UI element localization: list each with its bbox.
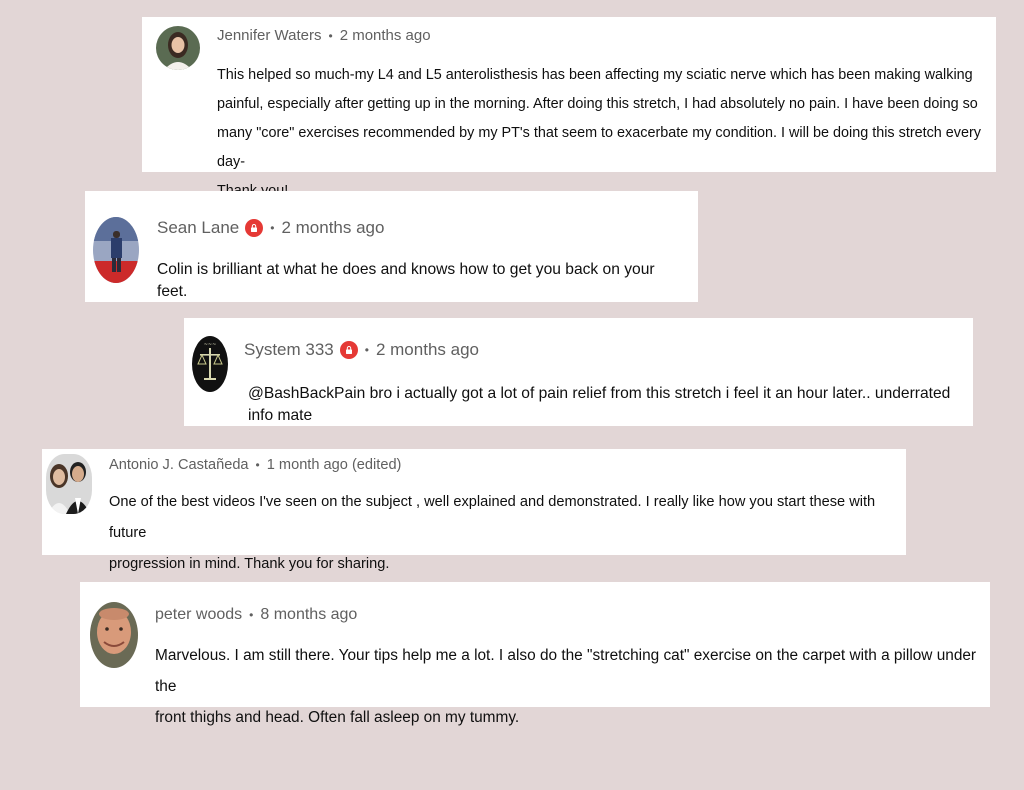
svg-text:~~~: ~~~: [204, 342, 217, 348]
separator-dot: •: [328, 28, 333, 43]
comment-text: This helped so much-my L4 and L5 anterol…: [217, 67, 981, 199]
author-name[interactable]: Jennifer Waters: [217, 27, 321, 44]
verified-badge: [245, 219, 264, 237]
comment-card: ~~~ System 333 • 2 months ago @BashBackP…: [184, 318, 973, 426]
comment-text: @BashBackPain bro i actually got a lot o…: [248, 385, 951, 424]
comment-meta: Jennifer Waters • 2 months ago: [217, 27, 431, 44]
timestamp[interactable]: 2 months ago: [376, 340, 479, 360]
comment-card: Antonio J. Castañeda • 1 month ago (edit…: [42, 449, 906, 572]
author-name[interactable]: System 333: [244, 340, 334, 360]
verified-badge: [339, 341, 358, 359]
couple-portrait-icon: [46, 454, 92, 514]
author-name[interactable]: Sean Lane: [157, 218, 239, 238]
avatar[interactable]: ~~~: [192, 336, 228, 392]
avatar[interactable]: [156, 26, 200, 70]
lock-icon: [345, 346, 352, 354]
timestamp[interactable]: 2 months ago: [340, 27, 431, 44]
comment-text: One of the best videos I've seen on the …: [109, 494, 876, 572]
separator-dot: •: [364, 343, 369, 357]
lock-icon: [251, 224, 258, 232]
libra-scales-icon: ~~~: [192, 336, 228, 392]
comment-meta: Sean Lane • 2 months ago: [157, 218, 384, 238]
woman-portrait-icon: [156, 26, 200, 70]
timestamp[interactable]: 8 months ago: [260, 606, 357, 624]
comment-card: Sean Lane • 2 months ago Colin is brilli…: [85, 191, 698, 302]
comment-text: Marvelous. I am still there. Your tips h…: [155, 647, 977, 726]
author-name[interactable]: peter woods: [155, 606, 242, 624]
separator-dot: •: [270, 221, 275, 235]
comment-meta: peter woods • 8 months ago: [155, 606, 357, 624]
avatar[interactable]: [46, 454, 92, 514]
person-on-stage-icon: [93, 217, 139, 283]
comment-card: Jennifer Waters • 2 months ago This help…: [142, 17, 996, 199]
avatar[interactable]: [90, 602, 138, 668]
separator-dot: •: [255, 458, 260, 472]
comment-card: peter woods • 8 months ago Marvelous. I …: [80, 582, 990, 726]
man-portrait-icon: [90, 602, 138, 668]
avatar[interactable]: [93, 217, 139, 283]
timestamp[interactable]: 2 months ago: [281, 218, 384, 238]
author-name[interactable]: Antonio J. Castañeda: [109, 457, 249, 473]
comment-text: Colin is brilliant at what he does and k…: [157, 261, 655, 300]
separator-dot: •: [249, 608, 254, 622]
comment-meta: Antonio J. Castañeda • 1 month ago (edit…: [109, 457, 401, 473]
timestamp[interactable]: 1 month ago (edited): [267, 457, 402, 473]
comment-meta: System 333 • 2 months ago: [244, 340, 479, 360]
